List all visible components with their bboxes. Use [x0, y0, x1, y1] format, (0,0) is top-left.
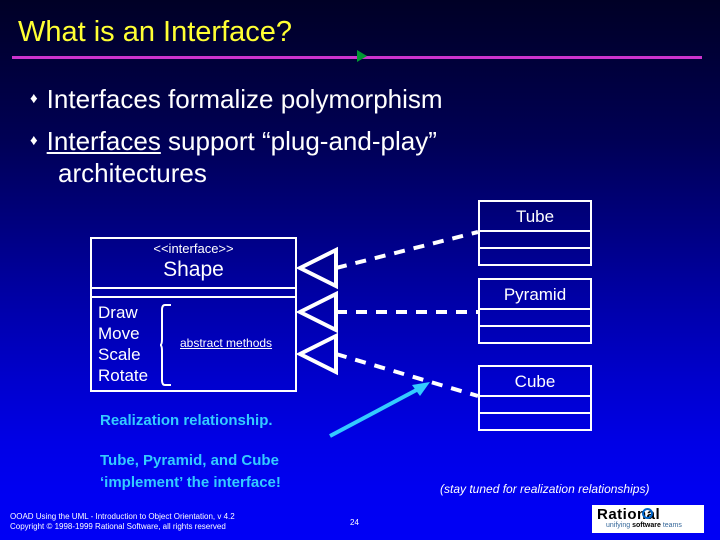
uml-class-shape[interactable]: <<interface>> Shape Draw Move Scale Rota… [90, 237, 297, 392]
bullet-item-1: ♦ Interfaces formalize polymorphism [30, 84, 443, 115]
rational-logo: Rational unifying software teams [592, 505, 704, 533]
uml-attributes-compartment [480, 310, 590, 327]
bullet-item-2: ♦ Interfaces support “plug-and-play” [30, 126, 437, 157]
annotation-implementors: Tube, Pyramid, and Cube [100, 452, 279, 469]
uml-class-pyramid[interactable]: Pyramid [478, 278, 592, 344]
uml-operation: Draw [98, 303, 138, 322]
green-triangle-icon [357, 50, 367, 62]
uml-operation: Rotate [98, 366, 149, 385]
uml-class-tube[interactable]: Tube [478, 200, 592, 266]
annotation-stay-tuned: (stay tuned for realization relationship… [440, 482, 650, 496]
footer-course-line: OOAD Using the UML - Introduction to Obj… [10, 512, 235, 521]
realization-line-cube [335, 352, 479, 398]
curly-brace-icon [160, 304, 171, 386]
uml-attributes-compartment [480, 397, 590, 414]
slide-canvas: What is an Interface? ♦ Interfaces formal… [0, 0, 720, 540]
rational-logo-tagline: unifying software teams [606, 522, 682, 529]
uml-class-name: Cube [480, 367, 590, 397]
realization-arrowhead-tube [295, 246, 338, 290]
tagline-part-3: teams [660, 522, 682, 529]
realization-arrowhead-pyramid [295, 290, 338, 334]
uml-attributes-compartment [480, 232, 590, 249]
uml-operations-compartment [480, 249, 590, 264]
uml-class-name: Pyramid [480, 280, 590, 310]
uml-operations-compartment: Draw Move Scale Rotate abstract methods [92, 298, 295, 390]
callout-arrow-line [329, 384, 425, 438]
tagline-part-1: unifying [606, 522, 633, 529]
bullet-item-2-text: support “plug-and-play” [160, 126, 437, 156]
uml-stereotype: <<interface>> [153, 241, 234, 256]
uml-attributes-compartment [92, 289, 295, 298]
uml-class-cube[interactable]: Cube [478, 365, 592, 431]
realization-line-tube [335, 230, 479, 270]
uml-class-name: Shape [163, 258, 224, 281]
bullet-item-1-text: Interfaces formalize polymorphism [46, 84, 443, 114]
bullet-item-2-keyword: Interfaces [46, 126, 161, 156]
page-number: 24 [350, 518, 359, 527]
footer-copyright-line: Copyright © 1998-1999 Rational Software,… [10, 522, 226, 531]
annotation-implement: ‘implement’ the interface! [100, 474, 281, 491]
bullet-item-2-continuation: architectures [58, 158, 207, 188]
uml-operation: Scale [98, 345, 141, 364]
uml-class-name: Tube [480, 202, 590, 232]
callout-arrow-head [412, 382, 430, 396]
tagline-part-2: software [632, 522, 661, 529]
abstract-methods-label: abstract methods [180, 336, 273, 350]
diamond-bullet-icon: ♦ [30, 132, 38, 149]
uml-class-shape-header: <<interface>> Shape [92, 239, 295, 289]
annotation-realization: Realization relationship. [100, 412, 273, 429]
page-title: What is an Interface? [18, 16, 293, 48]
diamond-bullet-icon: ♦ [30, 90, 38, 107]
uml-operation: Move [98, 324, 140, 343]
realization-arrowhead-cube [295, 332, 338, 376]
rational-logo-swirl-icon [642, 508, 653, 519]
uml-operations-compartment [480, 414, 590, 429]
uml-operations-compartment [480, 327, 590, 342]
